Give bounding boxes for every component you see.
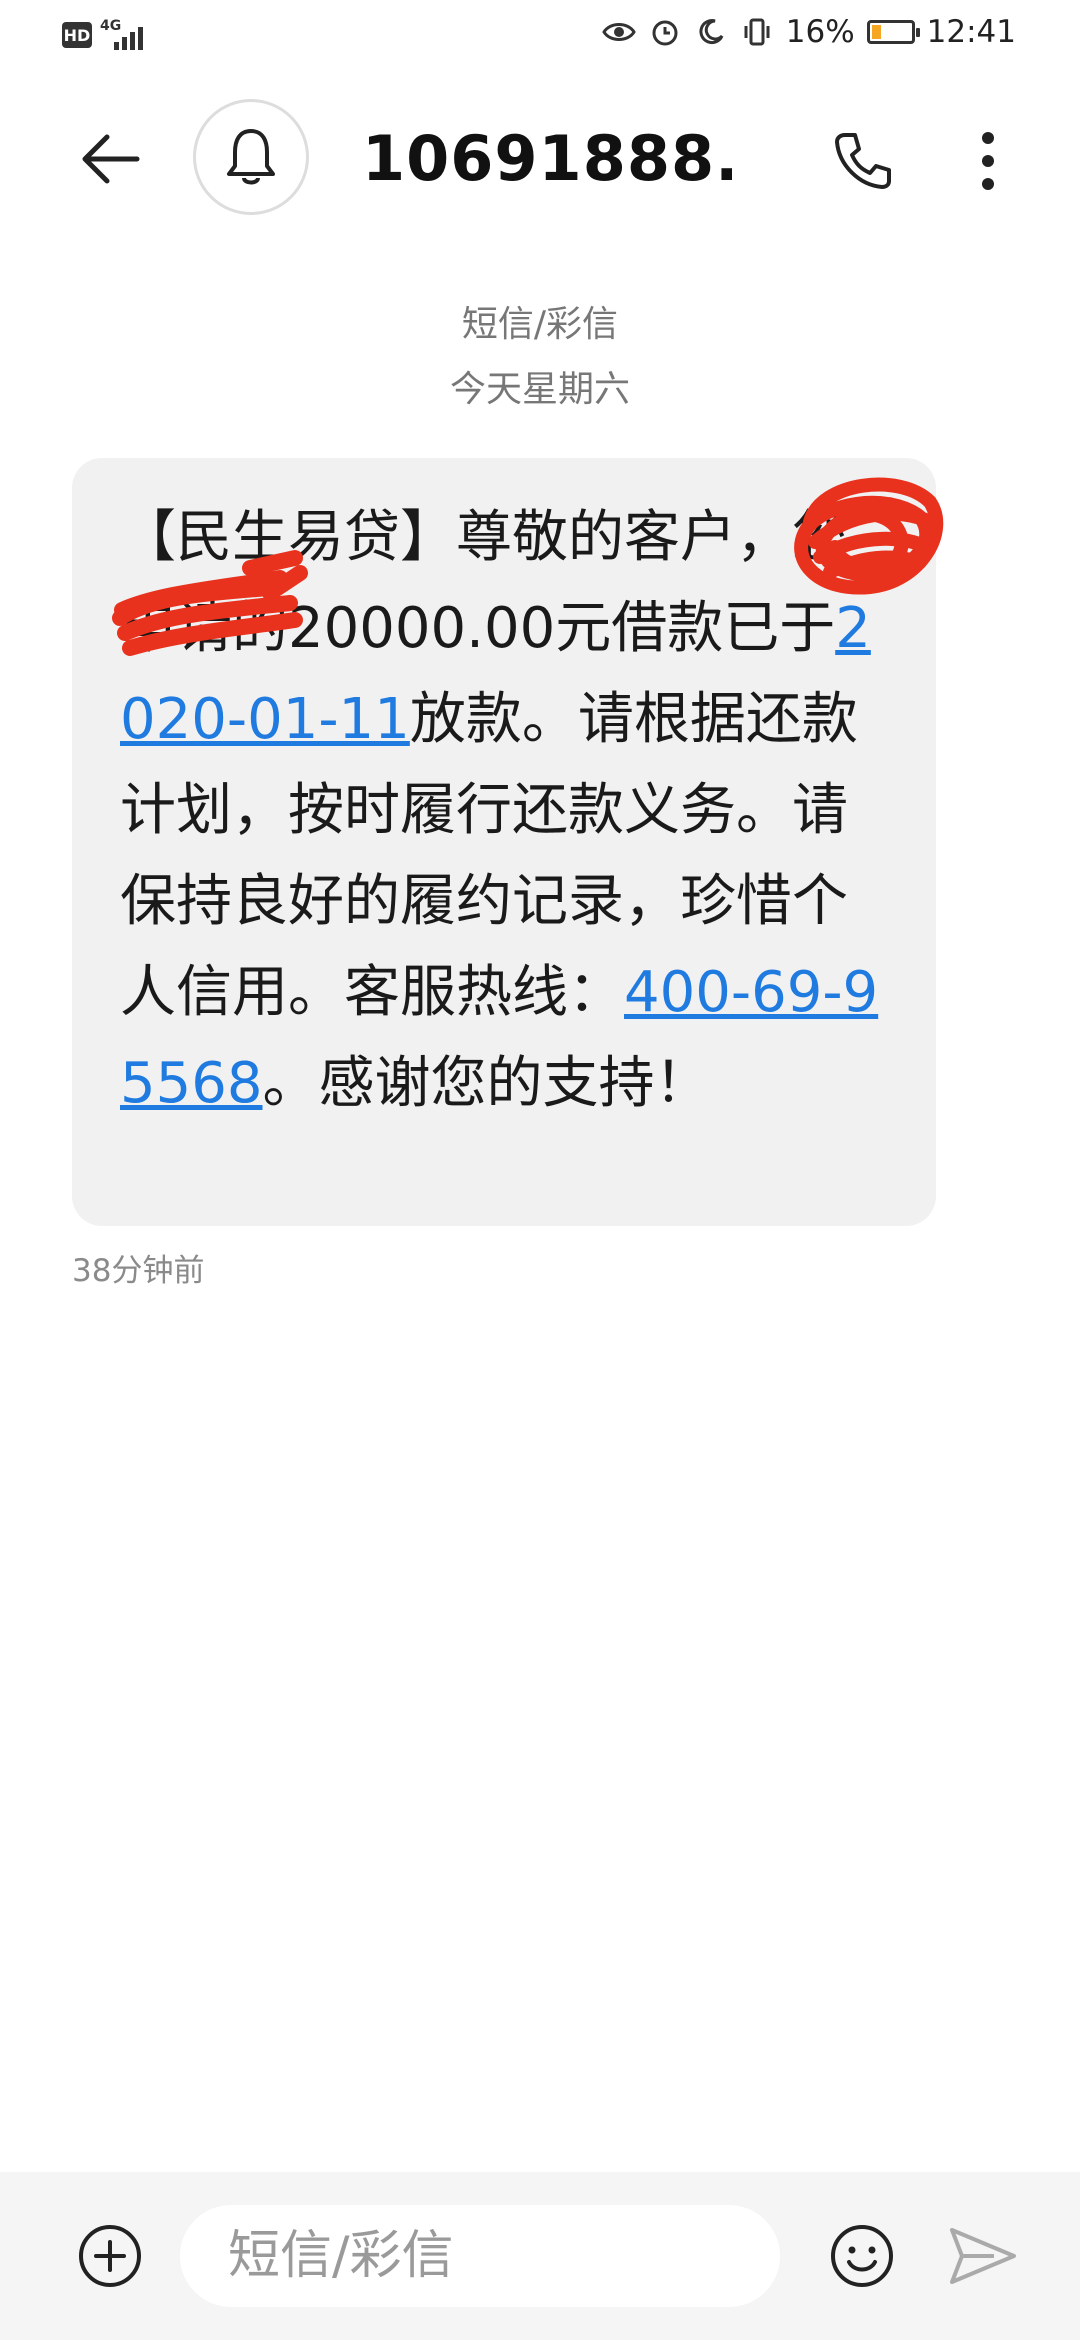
send-button[interactable]	[948, 2224, 1018, 2288]
alarm-icon	[648, 15, 682, 49]
message-text-part: 【民生易贷】尊敬的客户	[120, 505, 736, 570]
plus-circle-icon	[79, 2225, 141, 2287]
more-options-button[interactable]	[958, 124, 1018, 198]
conversation-type-label: 短信/彩信	[461, 304, 619, 345]
message-input[interactable]	[180, 2205, 780, 2307]
moon-icon	[694, 15, 728, 49]
top-app-bar: 10691888...	[0, 74, 1080, 250]
hd-badge: HD	[62, 22, 92, 48]
message-bubble[interactable]: 【民生易贷】尊敬的客户，您申请的20000.00元借款已于2020-01-11放…	[72, 458, 936, 1226]
signal-icon: 4G	[100, 18, 154, 52]
conversation-date-label: 今天星期六	[449, 369, 630, 410]
status-time: 12:41	[926, 14, 1016, 50]
back-arrow-icon	[82, 134, 140, 184]
phone-icon	[835, 133, 891, 189]
send-icon	[950, 2228, 1016, 2284]
message-text-part: 。感谢您的支持！	[262, 1051, 711, 1116]
compose-bar	[0, 2172, 1080, 2340]
message-time: 38分钟前	[72, 1253, 205, 1289]
bell-icon	[227, 129, 275, 185]
battery-icon	[866, 20, 920, 44]
status-bar: HD 4G 16% 12:41	[0, 0, 1080, 74]
vibrate-icon	[740, 15, 774, 49]
battery-percent: 16%	[785, 14, 855, 50]
contact-avatar[interactable]	[193, 99, 309, 215]
status-right: 16% 12:41	[601, 14, 1016, 50]
emoji-icon	[831, 2225, 893, 2287]
back-button[interactable]	[74, 124, 144, 194]
conversation-title: 10691888...	[362, 122, 732, 195]
eye-icon	[601, 15, 636, 49]
call-button[interactable]	[826, 124, 900, 198]
status-left: HD 4G	[62, 18, 154, 52]
add-attachment-button[interactable]	[76, 2222, 144, 2290]
more-vertical-icon	[982, 132, 994, 190]
message-text: 【民生易贷】尊敬的客户，您申请的20000.00元借款已于2020-01-11放…	[120, 492, 892, 1129]
emoji-button[interactable]	[828, 2222, 896, 2290]
